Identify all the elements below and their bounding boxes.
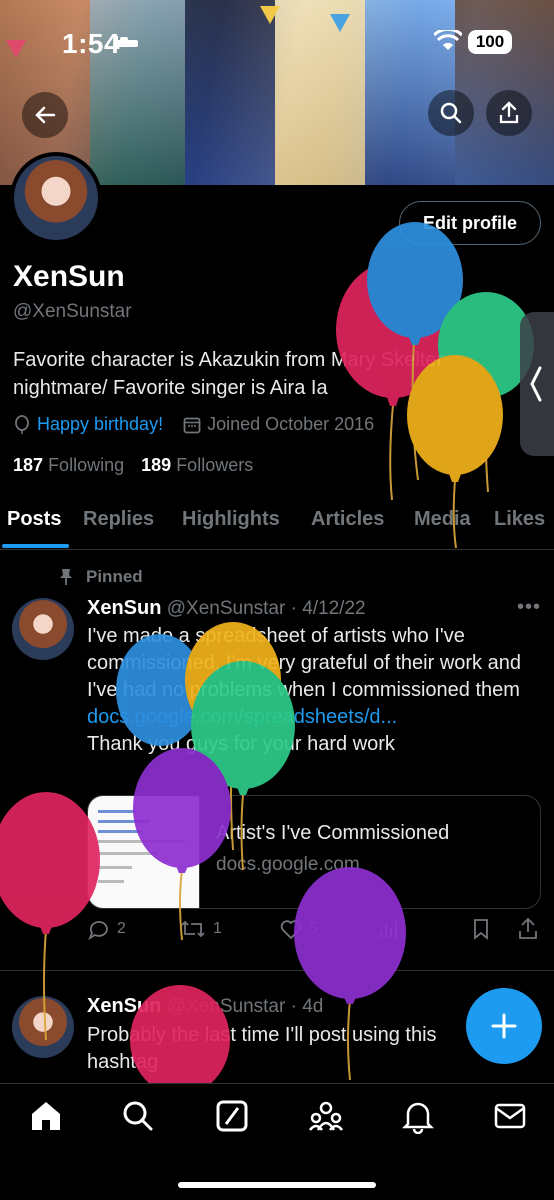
- side-panel-handle[interactable]: [520, 312, 554, 456]
- notifications-icon[interactable]: [400, 1098, 436, 1134]
- plus-icon: [491, 1013, 517, 1039]
- balloon-yellow: [407, 355, 503, 475]
- compose-post-button[interactable]: [466, 988, 542, 1064]
- chevron-left-icon: [530, 366, 542, 402]
- search-icon[interactable]: [120, 1098, 156, 1134]
- grok-icon[interactable]: [214, 1098, 250, 1134]
- messages-icon[interactable]: [492, 1098, 528, 1134]
- communities-icon[interactable]: [308, 1098, 344, 1134]
- home-indicator: [178, 1182, 376, 1188]
- home-icon[interactable]: [28, 1098, 64, 1134]
